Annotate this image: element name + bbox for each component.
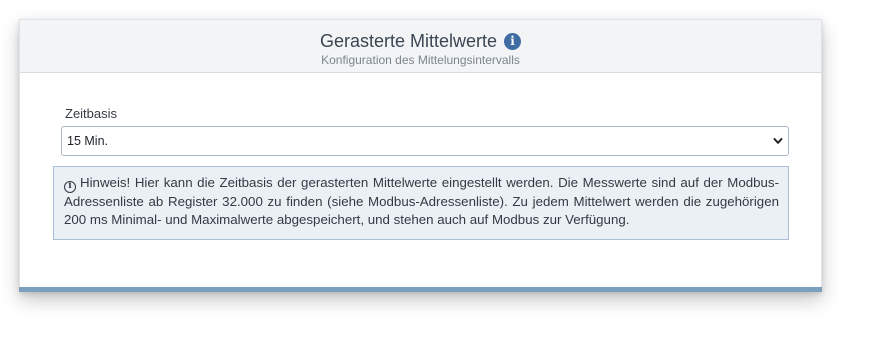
- page-title: Gerasterte Mittelwerte: [319, 31, 498, 51]
- page-subtitle: Konfiguration des Mittelungsintervalls: [321, 53, 520, 67]
- timebase-select[interactable]: 15 Min.: [61, 126, 789, 156]
- timebase-label: Zeitbasis: [65, 106, 118, 121]
- card-header: Gerasterte Mittelwerte i Konfiguration d…: [20, 20, 821, 73]
- hint-text: Hinweis! Hier kann die Zeitbasis der ger…: [64, 175, 779, 227]
- info-circle-outline-icon: i: [64, 181, 76, 193]
- timebase-selected-value: 15 Min.: [67, 134, 108, 148]
- title-row: Gerasterte Mittelwerte i: [20, 30, 821, 52]
- info-circle-icon[interactable]: i: [504, 32, 522, 50]
- settings-card: Gerasterte Mittelwerte i Konfiguration d…: [19, 19, 822, 292]
- card-footer-bar: [19, 287, 822, 292]
- chevron-down-icon: [773, 138, 783, 144]
- hint-box: i Hinweis! Hier kann die Zeitbasis der ge…: [53, 166, 789, 240]
